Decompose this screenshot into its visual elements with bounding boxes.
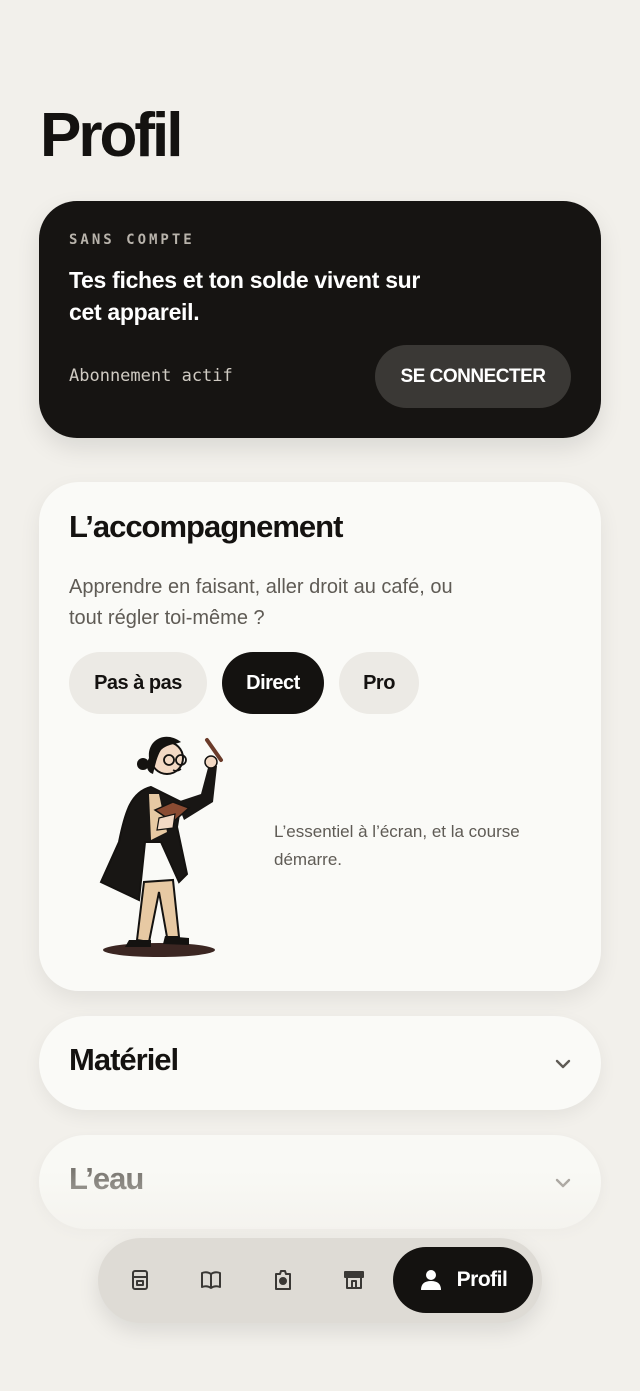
page-title: Profil bbox=[40, 101, 183, 170]
chevron-down-icon bbox=[555, 1059, 571, 1069]
nav-item-camera[interactable] bbox=[261, 1258, 305, 1302]
subscription-status: Abonnement actif bbox=[69, 366, 233, 386]
nav-profile-label: Profil bbox=[456, 1268, 508, 1291]
accordion-materiel[interactable]: Matériel bbox=[39, 1016, 601, 1110]
mode-pro-button[interactable]: Pro bbox=[339, 652, 419, 714]
user-icon bbox=[420, 1270, 441, 1290]
profile-screen: Profil SANS COMPTE Tes fiches et ton sol… bbox=[0, 0, 640, 1391]
shop-icon bbox=[344, 1271, 364, 1289]
accordion-title: Matériel bbox=[69, 1042, 179, 1077]
account-card: SANS COMPTE Tes fiches et ton solde vive… bbox=[39, 201, 601, 438]
account-eyebrow: SANS COMPTE bbox=[69, 232, 195, 248]
bottom-nav: Profil bbox=[98, 1238, 542, 1323]
mode-step-by-step-button[interactable]: Pas à pas bbox=[69, 652, 207, 714]
guidance-description: Apprendre en faisant, aller droit au caf… bbox=[69, 576, 453, 629]
camera-icon bbox=[275, 1270, 291, 1290]
connect-button[interactable]: SE CONNECTER bbox=[375, 345, 571, 408]
mode-direct-button[interactable]: Direct bbox=[222, 652, 324, 714]
nav-item-machine[interactable] bbox=[118, 1258, 162, 1302]
book-icon bbox=[201, 1271, 221, 1289]
nav-item-book[interactable] bbox=[189, 1258, 233, 1302]
nav-item-shop[interactable] bbox=[332, 1258, 376, 1302]
guidance-card: L’accompagnement Apprendre en faisant, a… bbox=[39, 482, 601, 991]
nav-item-profile[interactable]: Profil bbox=[393, 1247, 533, 1313]
account-message: Tes fiches et ton solde vivent sur cet a… bbox=[69, 267, 421, 325]
mode-caption: L’essentiel à l’écran, et la course déma… bbox=[274, 822, 520, 869]
reader-illustration bbox=[99, 736, 223, 957]
guidance-title: L’accompagnement bbox=[69, 509, 343, 544]
coffee-machine-icon bbox=[132, 1270, 148, 1290]
